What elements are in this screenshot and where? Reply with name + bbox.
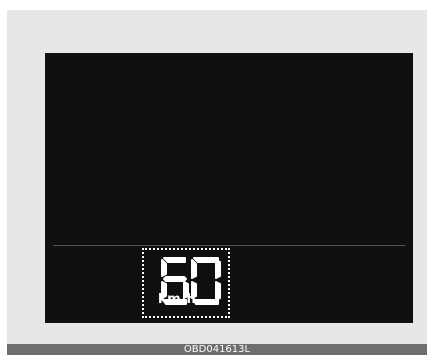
- figure: 60 km/h OBD041613L: [0, 0, 434, 355]
- screen-divider-line: [53, 245, 405, 246]
- cluster-screen: 60 km/h: [45, 53, 413, 323]
- speed-indicator-box: 60 km/h: [142, 248, 230, 318]
- speed-value-text: 60: [144, 250, 146, 251]
- figure-code-label: OBD041613L: [183, 344, 251, 355]
- caption-bar: OBD041613L: [7, 344, 427, 355]
- speed-unit-label: km/h: [158, 292, 197, 307]
- display-illustration-panel: 60 km/h: [7, 10, 427, 344]
